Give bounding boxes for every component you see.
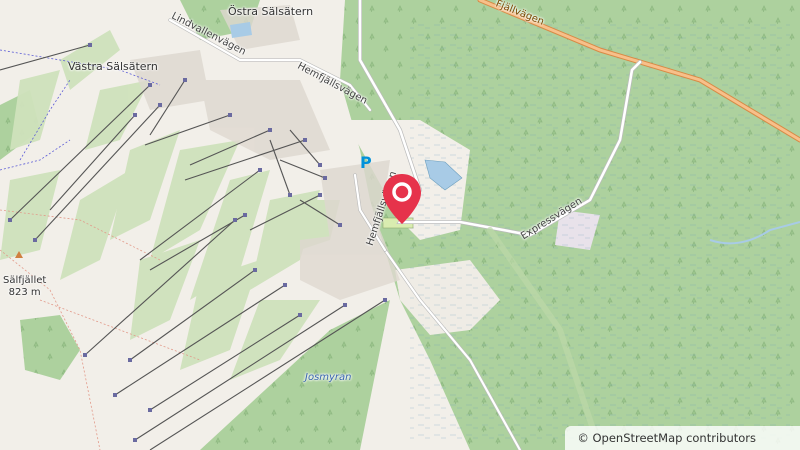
water-label-josmyran: Josmyran	[305, 372, 352, 383]
map-view[interactable]: Östra Sälsätern Västra Sälsätern Lindval…	[0, 0, 800, 450]
peak-elevation: 823 m	[8, 287, 41, 298]
place-label-ostra-salsatern: Östra Sälsätern	[228, 5, 314, 18]
place-label-vastra-salsatern: Västra Sälsätern	[68, 60, 158, 73]
peak-label-salfjallet: Sälfjället 823 m	[3, 275, 46, 299]
attribution-text[interactable]: © OpenStreetMap contributors	[577, 431, 756, 445]
map-attribution[interactable]: © OpenStreetMap contributors	[565, 426, 800, 450]
parking-icon: P	[360, 153, 372, 172]
peak-name: Sälfjället	[3, 275, 47, 286]
location-pin-icon[interactable]	[381, 172, 423, 226]
